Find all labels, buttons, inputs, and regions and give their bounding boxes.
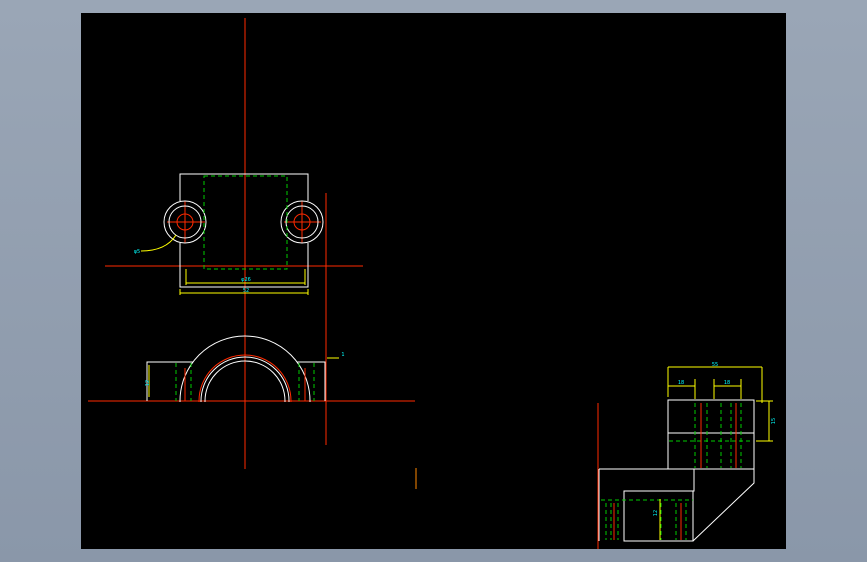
side-chamfer (692, 469, 755, 542)
leader-label: φ5 (134, 249, 140, 255)
front-view: 12 1 (88, 335, 415, 402)
front-dim-height: 12 (145, 380, 151, 386)
dim-label-outer: 52 (243, 288, 249, 294)
side-dim-inner: 12 (653, 510, 659, 516)
cad-drawing: φ26 52 φ5 12 1 55 18 18 15 12 (88, 18, 777, 549)
side-dim-mid: 18 (724, 380, 730, 386)
side-view: 55 18 18 15 12 (597, 362, 777, 549)
front-dim-right: 1 (341, 352, 344, 358)
side-lower-body (599, 468, 695, 542)
side-dim-top: 55 (712, 362, 718, 368)
side-dim-left: 18 (678, 380, 684, 386)
front-view-flange-outline (146, 361, 326, 401)
dim-label-inner: φ26 (241, 277, 251, 283)
side-dim-right: 15 (771, 418, 777, 424)
cad-drawing-canvas[interactable]: φ26 52 φ5 12 1 55 18 18 15 12 (81, 13, 786, 549)
